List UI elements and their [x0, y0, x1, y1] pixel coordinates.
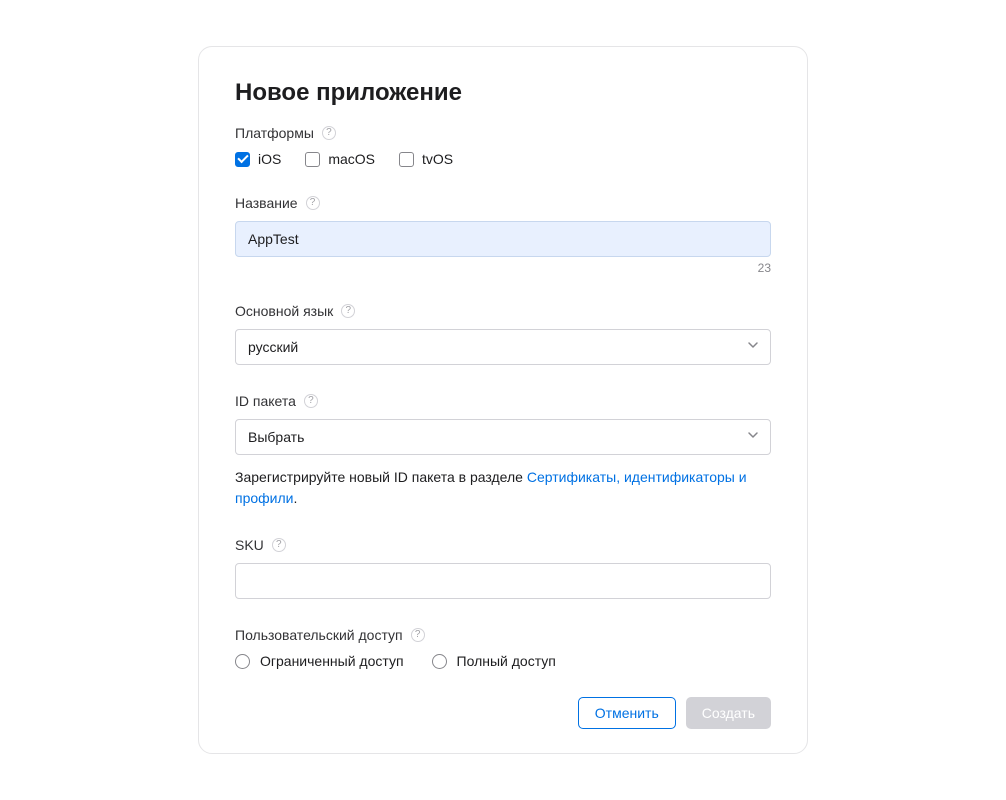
access-field: Пользовательский доступ ? Ограниченный д… — [235, 627, 771, 669]
platform-label: tvOS — [422, 151, 453, 167]
help-icon[interactable]: ? — [272, 538, 286, 552]
bundle-field: ID пакета ? Выбрать Зарегистрируйте новы… — [235, 393, 771, 509]
platform-label: iOS — [258, 151, 281, 167]
access-option-full[interactable]: Полный доступ — [432, 653, 556, 669]
platforms-options: iOS macOS tvOS — [235, 151, 771, 167]
platforms-field: Платформы ? iOS macOS tvOS — [235, 125, 771, 167]
bundle-select-wrapper: Выбрать — [235, 419, 771, 455]
sku-input[interactable] — [235, 563, 771, 599]
checkbox-tvos[interactable] — [399, 152, 414, 167]
help-icon[interactable]: ? — [411, 628, 425, 642]
access-option-limited[interactable]: Ограниченный доступ — [235, 653, 404, 669]
new-app-modal: Новое приложение Платформы ? iOS macOS t… — [198, 46, 808, 754]
bundle-helper-text: Зарегистрируйте новый ID пакета в раздел… — [235, 467, 771, 509]
bundle-label-row: ID пакета ? — [235, 393, 771, 409]
bundle-label: ID пакета — [235, 393, 296, 409]
bundle-select[interactable]: Выбрать — [235, 419, 771, 455]
language-label: Основной язык — [235, 303, 333, 319]
cancel-button[interactable]: Отменить — [578, 697, 676, 729]
platform-option-tvos[interactable]: tvOS — [399, 151, 453, 167]
platform-option-macos[interactable]: macOS — [305, 151, 375, 167]
name-input[interactable] — [235, 221, 771, 257]
help-icon[interactable]: ? — [306, 196, 320, 210]
help-icon[interactable]: ? — [322, 126, 336, 140]
access-label: Пользовательский доступ — [235, 627, 403, 643]
sku-label: SKU — [235, 537, 264, 553]
platforms-label: Платформы — [235, 125, 314, 141]
name-field: Название ? 23 — [235, 195, 771, 275]
radio-limited[interactable] — [235, 654, 250, 669]
name-char-count: 23 — [235, 261, 771, 275]
radio-label: Полный доступ — [457, 653, 556, 669]
name-label: Название — [235, 195, 298, 211]
help-icon[interactable]: ? — [304, 394, 318, 408]
modal-title: Новое приложение — [235, 79, 771, 107]
language-field: Основной язык ? русский — [235, 303, 771, 365]
language-selected-value: русский — [248, 339, 298, 355]
modal-footer: Отменить Создать — [235, 697, 771, 729]
bundle-helper-prefix: Зарегистрируйте новый ID пакета в раздел… — [235, 469, 527, 485]
radio-full[interactable] — [432, 654, 447, 669]
language-select-wrapper: русский — [235, 329, 771, 365]
platform-label: macOS — [328, 151, 375, 167]
sku-field: SKU ? — [235, 537, 771, 599]
platforms-label-row: Платформы ? — [235, 125, 771, 141]
checkbox-ios[interactable] — [235, 152, 250, 167]
platform-option-ios[interactable]: iOS — [235, 151, 281, 167]
access-label-row: Пользовательский доступ ? — [235, 627, 771, 643]
sku-label-row: SKU ? — [235, 537, 771, 553]
bundle-selected-value: Выбрать — [248, 429, 304, 445]
language-select[interactable]: русский — [235, 329, 771, 365]
create-button[interactable]: Создать — [686, 697, 771, 729]
radio-label: Ограниченный доступ — [260, 653, 404, 669]
checkbox-macos[interactable] — [305, 152, 320, 167]
language-label-row: Основной язык ? — [235, 303, 771, 319]
bundle-helper-suffix: . — [293, 490, 297, 506]
access-options: Ограниченный доступ Полный доступ — [235, 653, 771, 669]
name-label-row: Название ? — [235, 195, 771, 211]
help-icon[interactable]: ? — [341, 304, 355, 318]
